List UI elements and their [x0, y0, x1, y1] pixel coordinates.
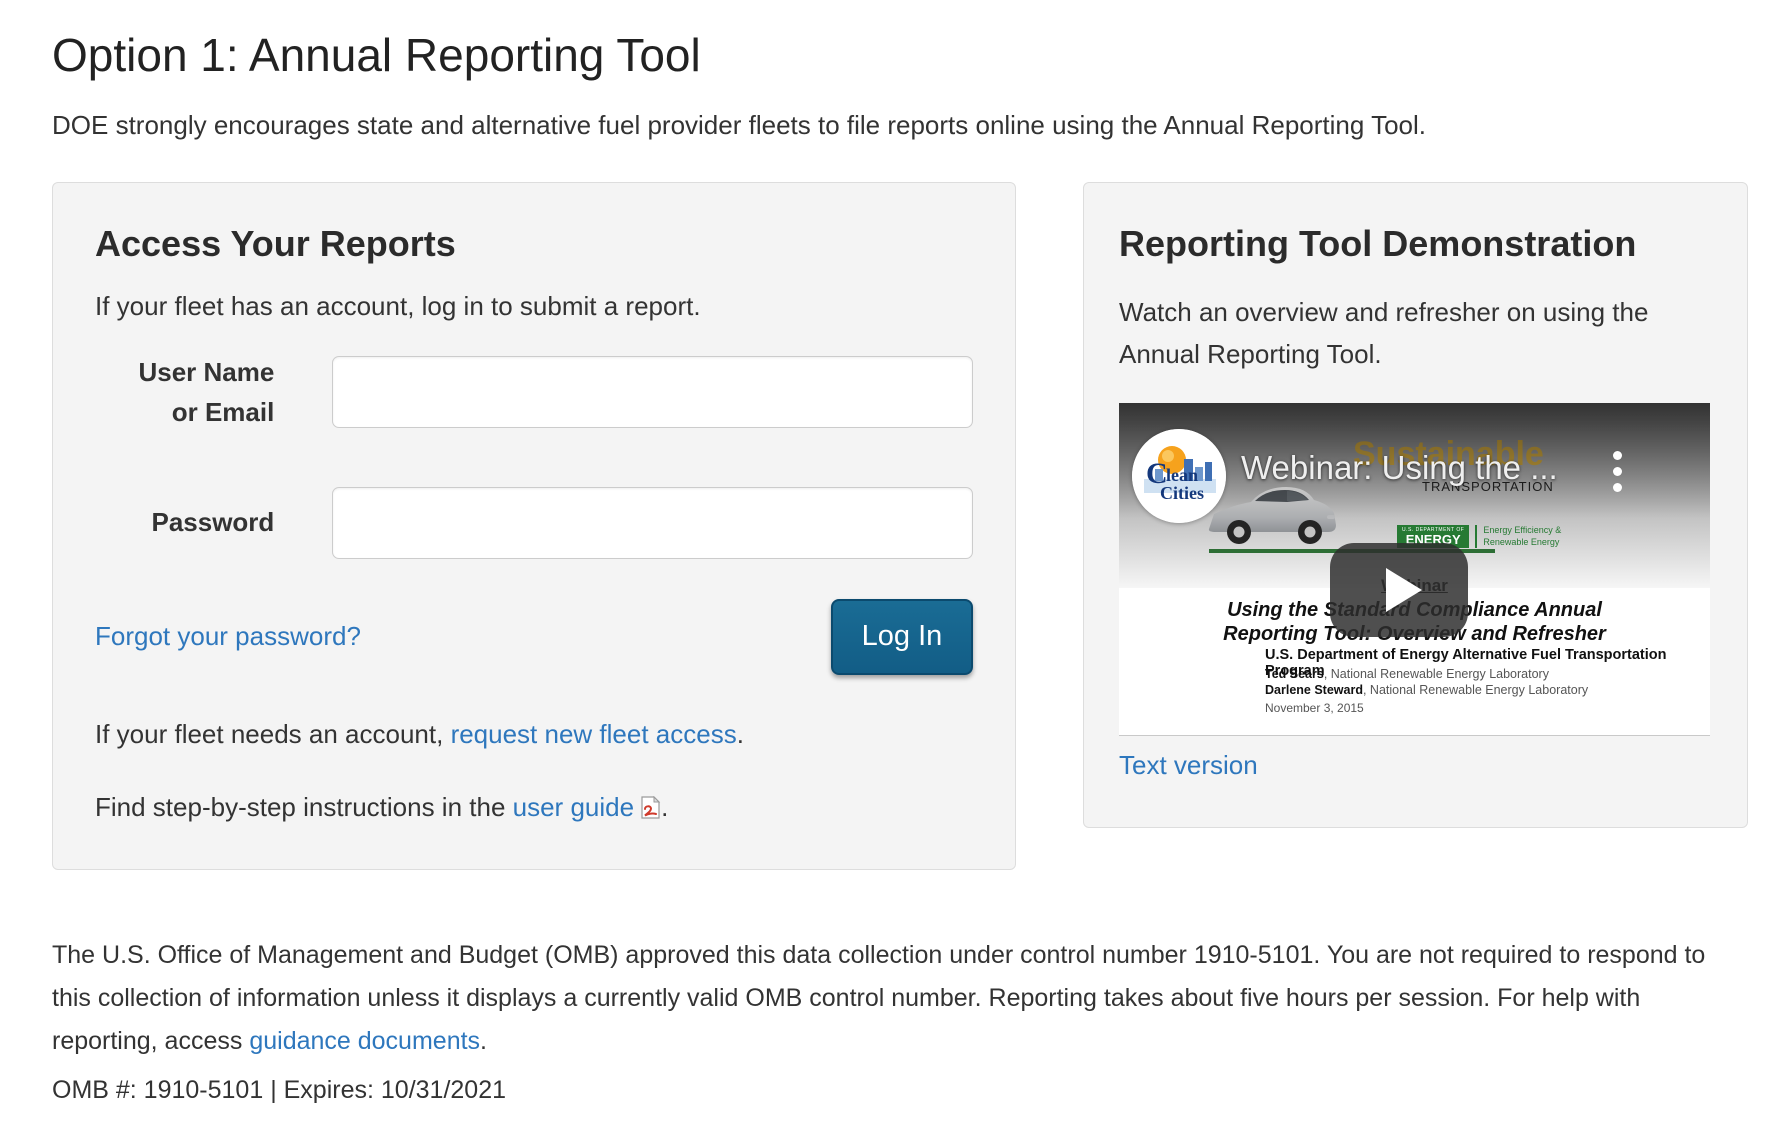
- presenter-2-name: Darlene Steward: [1265, 683, 1363, 697]
- presenter-2: Darlene Steward, National Renewable Ener…: [1265, 682, 1588, 698]
- demo-panel: Reporting Tool Demonstration Watch an ov…: [1083, 182, 1748, 828]
- video-overlay-title: Webinar: Using the ...: [1241, 449, 1558, 487]
- request-access-line: If your fleet needs an account, request …: [95, 719, 973, 750]
- presenter-1-org: , National Renewable Energy Laboratory: [1324, 667, 1549, 681]
- login-button[interactable]: Log In: [831, 599, 973, 675]
- demo-panel-intro: Watch an overview and refresher on using…: [1119, 291, 1711, 375]
- login-action-row: Forgot your password? Log In: [95, 599, 973, 675]
- request-access-link[interactable]: request new fleet access: [451, 719, 737, 749]
- kebab-dot: [1613, 483, 1622, 492]
- user-guide-line: Find step-by-step instructions in the us…: [95, 792, 973, 823]
- username-row: User Name or Email: [95, 352, 973, 433]
- eere-office-text: Energy Efficiency & Renewable Energy: [1475, 525, 1561, 548]
- presenter-1-name: Ted Sears: [1265, 667, 1324, 681]
- username-label: User Name or Email: [95, 352, 274, 433]
- request-access-prefix: If your fleet needs an account,: [95, 719, 451, 749]
- svg-text:Cities: Cities: [1160, 483, 1204, 503]
- omb-paragraph: The U.S. Office of Management and Budget…: [52, 934, 1744, 1063]
- text-version-link[interactable]: Text version: [1119, 750, 1258, 781]
- guidance-documents-link[interactable]: guidance documents: [249, 1027, 480, 1055]
- webinar-video-player[interactable]: Sustainable TRANSPORTATION U.S. DEPAR: [1119, 403, 1710, 736]
- presenter-1: Ted Sears, National Renewable Energy Lab…: [1265, 666, 1588, 682]
- forgot-password-link[interactable]: Forgot your password?: [95, 621, 361, 652]
- slide-date: November 3, 2015: [1265, 701, 1364, 715]
- eere-office-line1: Energy Efficiency &: [1483, 525, 1561, 535]
- slide-presenters: Ted Sears, National Renewable Energy Lab…: [1265, 666, 1588, 699]
- user-guide-link[interactable]: user guide: [513, 792, 634, 822]
- demo-panel-heading: Reporting Tool Demonstration: [1119, 223, 1711, 265]
- access-reports-panel: Access Your Reports If your fleet has an…: [52, 182, 1016, 870]
- password-row: Password: [95, 487, 973, 559]
- kebab-dot: [1613, 467, 1622, 476]
- access-panel-intro: If your fleet has an account, log in to …: [95, 291, 973, 322]
- clean-cities-logo: C lean Cities: [1132, 429, 1226, 523]
- play-button[interactable]: [1330, 543, 1468, 637]
- presenter-2-org: , National Renewable Energy Laboratory: [1363, 683, 1588, 697]
- username-label-line1: User Name: [138, 357, 274, 387]
- page-title: Option 1: Annual Reporting Tool: [52, 28, 701, 82]
- svg-text:lean: lean: [1166, 465, 1198, 485]
- username-label-line2: or Email: [172, 397, 275, 427]
- user-guide-prefix: Find step-by-step instructions in the: [95, 792, 513, 822]
- access-panel-heading: Access Your Reports: [95, 223, 973, 265]
- omb-number-line: OMB #: 1910-5101 | Expires: 10/31/2021: [52, 1076, 506, 1105]
- clean-cities-avatar[interactable]: C lean Cities: [1132, 429, 1226, 523]
- play-icon: [1386, 568, 1422, 612]
- page: Option 1: Annual Reporting Tool DOE stro…: [0, 0, 1786, 1134]
- user-guide-suffix: .: [661, 792, 668, 822]
- eere-office-line2: Renewable Energy: [1483, 537, 1559, 547]
- password-label: Password: [95, 502, 274, 542]
- omb-paragraph-suffix: .: [480, 1027, 487, 1055]
- username-input[interactable]: [332, 356, 973, 428]
- request-access-suffix: .: [737, 719, 744, 749]
- pdf-icon: [640, 796, 661, 820]
- kebab-menu-icon[interactable]: [1613, 451, 1622, 499]
- kebab-dot: [1613, 451, 1622, 460]
- page-subtitle: DOE strongly encourages state and altern…: [52, 110, 1426, 141]
- password-input[interactable]: [332, 487, 973, 559]
